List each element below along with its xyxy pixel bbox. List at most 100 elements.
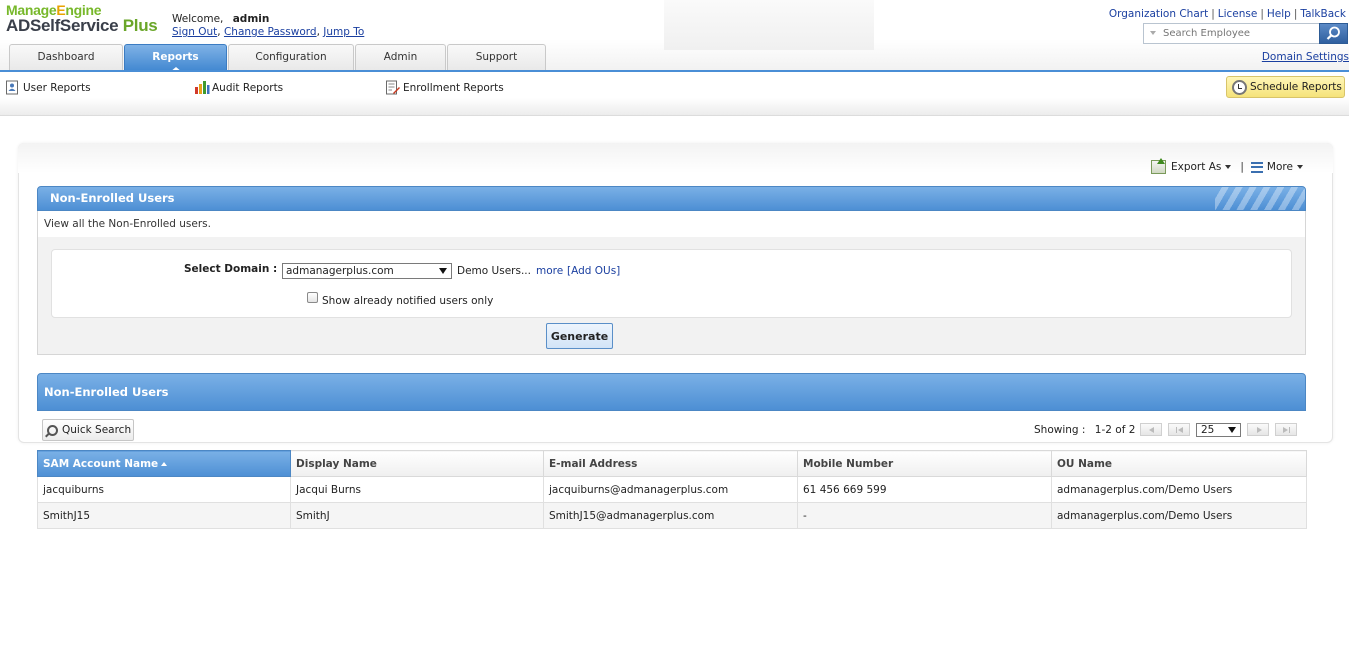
tab-reports[interactable]: Reports — [124, 44, 227, 72]
tab-configuration[interactable]: Configuration — [228, 44, 354, 71]
enrollment-report-icon — [385, 80, 400, 95]
tab-admin[interactable]: Admin — [355, 44, 446, 71]
notified-users-checkbox[interactable] — [307, 292, 318, 303]
tab-dashboard[interactable]: Dashboard — [9, 44, 123, 71]
report-actions: Export As | More — [1151, 158, 1303, 174]
user-links: Sign Out, Change Password, Jump To — [172, 26, 365, 38]
employee-search-input[interactable] — [1144, 24, 1314, 43]
last-page-button[interactable] — [1275, 423, 1297, 436]
change-password-link[interactable]: Change Password — [224, 26, 317, 38]
more-button[interactable]: More — [1267, 161, 1303, 173]
reports-subnav: User Reports Audit Reports Enrollment Re… — [0, 72, 1349, 116]
chevron-down-icon — [1225, 165, 1232, 169]
cell-email-address: jacquiburns@admanagerplus.com — [543, 476, 798, 503]
results-table: SAM Account Name Display Name E-mail Add… — [37, 450, 1307, 529]
quick-search-button[interactable]: Quick Search — [42, 419, 134, 441]
report-container-top — [18, 143, 1333, 173]
cell-sam-account-name: SmithJ15 — [37, 502, 291, 529]
column-header-email-address[interactable]: E-mail Address — [543, 450, 798, 477]
help-link[interactable]: Help — [1267, 8, 1291, 20]
results-panel-title: Non-Enrolled Users — [44, 385, 169, 399]
cell-display-name: Jacqui Burns — [290, 476, 544, 503]
bar-chart-icon — [194, 80, 210, 95]
more-ous-link[interactable]: more — [536, 265, 563, 277]
cell-ou-name: admanagerplus.com/Demo Users — [1051, 502, 1307, 529]
license-link[interactable]: License — [1218, 8, 1258, 20]
first-page-button[interactable] — [1140, 423, 1162, 436]
actions-separator: | — [1240, 161, 1244, 173]
domain-settings-link[interactable]: Domain Settings — [1262, 51, 1349, 63]
welcome-label: Welcome, — [172, 13, 224, 25]
page-size-value: 25 — [1201, 424, 1215, 436]
cell-display-name: SmithJ — [290, 502, 544, 529]
menu-icon — [1250, 161, 1263, 173]
showing-label: Showing : — [1034, 424, 1086, 436]
sort-ascending-icon — [161, 461, 168, 466]
audit-reports-label: Audit Reports — [212, 81, 284, 94]
domain-select[interactable]: admanagerplus.com — [282, 263, 452, 279]
cell-ou-name: admanagerplus.com/Demo Users — [1051, 476, 1307, 503]
jump-to-link[interactable]: Jump To — [323, 26, 364, 38]
pagination-summary: Showing : 1-2 of 2 — [1034, 424, 1135, 436]
user-reports-link[interactable]: User Reports — [5, 80, 91, 95]
dropdown-arrow-icon — [439, 268, 447, 274]
export-icon — [1151, 158, 1166, 174]
enrollment-reports-link[interactable]: Enrollment Reports — [385, 80, 504, 95]
column-header-mobile-number[interactable]: Mobile Number — [797, 450, 1052, 477]
column-header-ou-name[interactable]: OU Name — [1051, 450, 1307, 477]
export-as-button[interactable]: Export As — [1171, 161, 1232, 173]
add-ous-link[interactable]: [Add OUs] — [567, 265, 620, 277]
table-row[interactable]: SmithJ15 SmithJ SmithJ15@admanagerplus.c… — [37, 502, 1307, 529]
table-header-row: SAM Account Name Display Name E-mail Add… — [37, 450, 1307, 477]
welcome-message: Welcome, admin — [172, 13, 269, 25]
arrow-left-icon — [1178, 427, 1183, 433]
user-reports-label: User Reports — [23, 81, 91, 94]
audit-reports-link[interactable]: Audit Reports — [194, 80, 283, 95]
clock-icon — [1232, 79, 1247, 95]
schedule-reports-label: Schedule Reports — [1250, 81, 1342, 93]
product-logo[interactable]: ManageEngine ADSelfService Plus — [6, 2, 158, 36]
enrollment-reports-label: Enrollment Reports — [403, 81, 504, 94]
logo-product-suffix: Plus — [122, 16, 158, 35]
cell-email-address: SmithJ15@admanagerplus.com — [543, 502, 798, 529]
arrow-left-icon — [1149, 427, 1154, 433]
top-links: Organization Chart | License | Help | TalkBack — [1108, 8, 1346, 20]
schedule-reports-button[interactable]: Schedule Reports — [1226, 76, 1345, 98]
search-button[interactable] — [1319, 23, 1348, 44]
search-scope-dropdown-icon[interactable] — [1150, 31, 1156, 35]
cell-mobile-number: 61 456 669 599 — [797, 476, 1052, 503]
employee-search — [1143, 23, 1348, 44]
column-header-display-name[interactable]: Display Name — [290, 450, 544, 477]
notified-users-label: Show already notified users only — [322, 295, 494, 307]
column-header-sam-account-name[interactable]: SAM Account Name — [37, 450, 291, 477]
table-row[interactable]: jacquiburns Jacqui Burns jacquiburns@adm… — [37, 476, 1307, 503]
previous-page-button[interactable] — [1168, 423, 1190, 436]
magnifier-icon — [47, 424, 58, 436]
quick-search-label: Quick Search — [62, 424, 132, 436]
search-icon — [1326, 26, 1340, 40]
talkback-link[interactable]: TalkBack — [1300, 8, 1346, 20]
arrow-right-icon — [1283, 427, 1288, 433]
chevron-down-icon — [1296, 165, 1303, 169]
selected-ous-text: Demo Users... — [457, 265, 531, 277]
tab-support[interactable]: Support — [447, 44, 546, 71]
generate-button[interactable]: Generate — [546, 323, 613, 349]
page-size-select[interactable]: 25 — [1196, 423, 1241, 437]
filter-panel-title: Non-Enrolled Users — [50, 191, 175, 205]
user-report-icon — [5, 80, 20, 95]
filter-panel-header: Non-Enrolled Users — [37, 186, 1306, 211]
next-page-button[interactable] — [1247, 423, 1269, 436]
cell-sam-account-name: jacquiburns — [37, 476, 291, 503]
user-name: admin — [232, 13, 270, 25]
filter-panel-description: View all the Non-Enrolled users. — [37, 211, 1306, 237]
organization-chart-link[interactable]: Organization Chart — [1109, 8, 1208, 20]
showing-range: 1-2 of 2 — [1094, 424, 1136, 436]
sign-out-link[interactable]: Sign Out — [172, 26, 217, 38]
domain-select-value: admanagerplus.com — [286, 265, 394, 277]
cell-mobile-number: - — [797, 502, 1052, 529]
select-domain-label: Select Domain : — [184, 263, 278, 275]
dropdown-arrow-icon — [1228, 427, 1236, 433]
filter-form — [51, 249, 1292, 318]
logo-product: ADSelfService — [6, 16, 119, 35]
results-panel-header: Non-Enrolled Users — [37, 373, 1306, 411]
